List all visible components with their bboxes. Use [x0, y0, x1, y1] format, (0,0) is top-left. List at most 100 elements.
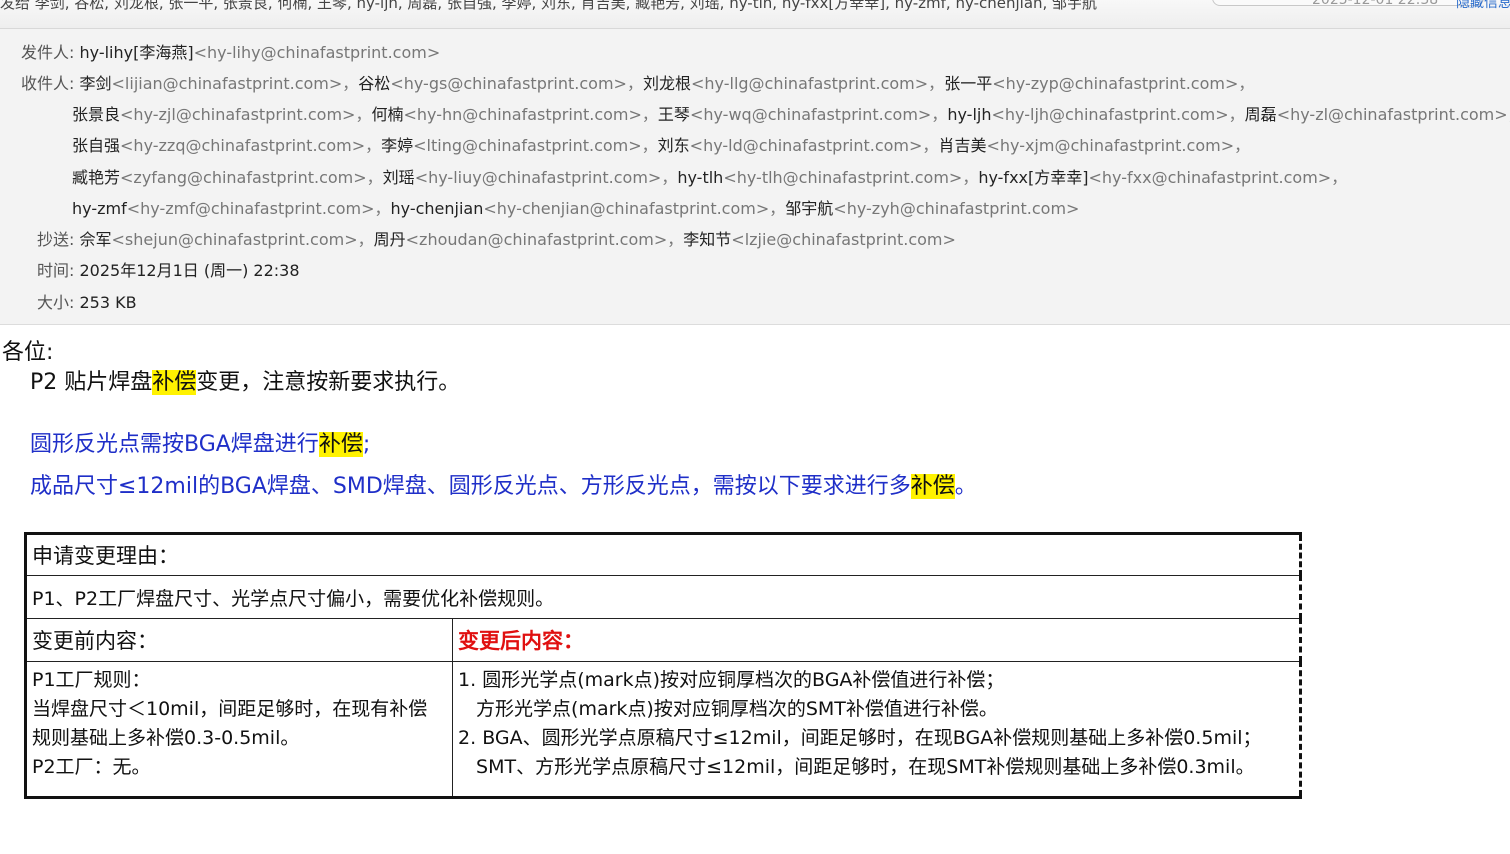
contact-name[interactable]: 李剑: [80, 74, 112, 93]
separator: ，: [928, 74, 945, 93]
contact-name[interactable]: 周丹: [374, 230, 406, 249]
contact-address[interactable]: <lzjie@chinafastprint.com>: [731, 230, 956, 249]
line3-pre: 成品尺寸≤12mil的BGA焊盘、SMD焊盘、圆形反光点、方形反光点，需按以下要…: [30, 474, 911, 499]
after-content: 1. 圆形光学点(mark点)按对应铜厚档次的BGA补偿值进行补偿； 方形光学点…: [452, 661, 1301, 798]
contact-address[interactable]: <shejun@chinafastprint.com>: [112, 230, 358, 249]
sender-address[interactable]: <hy-lihy@chinafastprint.com>: [194, 43, 441, 62]
contact-address[interactable]: <hy-xjm@chinafastprint.com>: [986, 136, 1234, 155]
size-row: 大小: 253 KB: [37, 293, 137, 313]
mail-header: 发给 李剑, 谷松, 刘龙根, 张一平, 张景良, 何楠, 王琴, hy-ljh…: [0, 0, 1510, 325]
contact-address[interactable]: <hy-hn@chinafastprint.com>: [403, 105, 641, 124]
contact-address[interactable]: <hy-ld@chinafastprint.com>: [690, 136, 923, 155]
contact-name[interactable]: 谷松: [358, 74, 390, 93]
contact-address[interactable]: <hy-zmf@chinafastprint.com>: [127, 199, 375, 218]
content-header-row: 变更前内容： 变更后内容：: [24, 618, 1301, 662]
separator: ，: [355, 105, 372, 124]
recipient-line-1: 李剑<lijian@chinafastprint.com>，谷松<hy-gs@c…: [80, 74, 1255, 93]
size-label: 大小:: [37, 293, 75, 312]
contact-address[interactable]: <hy-zjl@chinafastprint.com>: [120, 105, 355, 124]
body-line-2: 圆形反光点需按BGA焊盘进行补偿;: [30, 426, 370, 458]
line1-pre: P2 贴片焊盘: [30, 370, 153, 395]
before-title: 变更前内容：: [24, 618, 454, 662]
contact-name[interactable]: 张景良: [72, 105, 120, 124]
contact-address[interactable]: <zhoudan@chinafastprint.com>: [406, 230, 668, 249]
before-line: 当焊盘尺寸＜10mil，间距足够时，在现有补偿: [32, 698, 428, 720]
contact-name[interactable]: 张一平: [944, 74, 992, 93]
from-row: 发件人: hy-lihy[李海燕]<hy-lihy@chinafastprint…: [21, 43, 440, 63]
separator: ，: [1238, 74, 1255, 93]
reason-text: P1、P2工厂焊盘尺寸、光学点尺寸偏小，需要优化补偿规则。: [25, 575, 1301, 619]
before-line: 规则基础上多补偿0.3-0.5mil。: [32, 727, 300, 749]
contact-address[interactable]: <hy-tlh@chinafastprint.com>: [723, 168, 962, 187]
contact-name[interactable]: 刘瑶: [383, 168, 415, 187]
contact-address[interactable]: <hy-wq@chinafastprint.com>: [690, 105, 931, 124]
hide-details-link[interactable]: 隐藏信息: [1456, 0, 1510, 12]
line2-pre: 圆形反光点需按BGA焊盘进行: [30, 432, 319, 457]
from-label: 发件人:: [21, 43, 75, 62]
contact-address[interactable]: <hy-zzq@chinafastprint.com>: [120, 136, 365, 155]
contact-address[interactable]: <hy-fxx@chinafastprint.com>: [1089, 168, 1332, 187]
change-request-table: 申请变更理由： P1、P2工厂焊盘尺寸、光学点尺寸偏小，需要优化补偿规则。 变更…: [24, 532, 1302, 799]
contact-address[interactable]: <lijian@chinafastprint.com>: [112, 74, 343, 93]
contact-name[interactable]: 何楠: [371, 105, 403, 124]
line1-post: 变更，注意按新要求执行。: [196, 370, 461, 395]
before-line: P1工厂规则：: [32, 669, 151, 691]
to-row-2: 张景良<hy-zjl@chinafastprint.com>，何楠<hy-hn@…: [72, 105, 1510, 125]
to-row-1: 收件人: 李剑<lijian@chinafastprint.com>，谷松<hy…: [21, 74, 1254, 94]
contact-name[interactable]: 张自强: [72, 136, 120, 155]
reason-title: 申请变更理由：: [25, 533, 1301, 576]
search-highlight: 补偿: [318, 432, 363, 457]
cc-label: 抄送:: [37, 230, 75, 249]
to-label: 收件人:: [21, 74, 75, 93]
contact-address[interactable]: <hy-chenjian@chinafastprint.com>: [483, 199, 769, 218]
line3-post: 。: [954, 474, 977, 499]
contact-address[interactable]: <hy-llg@chinafastprint.com>: [691, 74, 928, 93]
contact-address[interactable]: <hy-zyh@chinafastprint.com>: [833, 199, 1079, 218]
contact-address[interactable]: <hy-zl@chinafastprint.com>: [1277, 105, 1508, 124]
contact-address[interactable]: <hy-liuy@chinafastprint.com>: [415, 168, 662, 187]
body-line-3: 成品尺寸≤12mil的BGA焊盘、SMD焊盘、圆形反光点、方形反光点，需按以下要…: [30, 468, 977, 500]
contact-name[interactable]: 佘军: [80, 230, 112, 249]
contact-address[interactable]: <hy-zyp@chinafastprint.com>: [992, 74, 1238, 93]
contact-name[interactable]: hy-chenjian: [391, 199, 484, 218]
separator: ，: [1331, 168, 1348, 187]
recipient-line-5: hy-zmf<hy-zmf@chinafastprint.com> ， hy-che…: [72, 199, 1079, 218]
time-label: 时间:: [37, 261, 75, 280]
cc-line: 佘军<shejun@chinafastprint.com>，周丹<zhoudan…: [80, 230, 956, 249]
contact-name[interactable]: hy-ljh: [947, 105, 991, 124]
contact-name[interactable]: 李婷: [381, 136, 413, 155]
line2-post: ;: [362, 432, 371, 457]
to-row-4: 臧艳芳<zyfang@chinafastprint.com>，刘瑶<hy-liu…: [72, 168, 1347, 188]
recipient-summary-text: 发给 李剑, 谷松, 刘龙根, 张一平, 张景良, 何楠, 王琴, hy-ljh…: [0, 0, 1098, 12]
contact-name[interactable]: 邹宇航: [785, 199, 833, 218]
reason-text-row: P1、P2工厂焊盘尺寸、光学点尺寸偏小，需要优化补偿规则。: [25, 575, 1301, 619]
contact-name[interactable]: hy-zmf: [72, 199, 127, 218]
separator: ，: [1234, 136, 1251, 155]
content-row: P1工厂规则： 当焊盘尺寸＜10mil，间距足够时，在现有补偿 规则基础上多补偿…: [24, 661, 1301, 798]
contact-name[interactable]: 臧艳芳: [72, 168, 120, 187]
to-row-3: 张自强<hy-zzq@chinafastprint.com> ， 李婷<lting@…: [72, 136, 1250, 156]
contact-name[interactable]: 肖吉美: [938, 136, 986, 155]
separator: ，: [366, 168, 383, 187]
sent-time: 2025年12月1日 (周一) 22:38: [79, 261, 300, 280]
contact-address[interactable]: <lting@chinafastprint.com>: [413, 136, 642, 155]
contact-name[interactable]: hy-fxx[方幸幸]: [978, 168, 1088, 187]
sender-name[interactable]: hy-lihy[李海燕]: [80, 43, 194, 62]
recipient-line-4: 臧艳芳<zyfang@chinafastprint.com>，刘瑶<hy-liu…: [72, 168, 1347, 187]
contact-address[interactable]: <hy-gs@chinafastprint.com>: [390, 74, 627, 93]
contact-address[interactable]: <zyfang@chinafastprint.com>: [120, 168, 367, 187]
contact-name[interactable]: 周磊: [1245, 105, 1277, 124]
contact-name[interactable]: hy-tlh: [677, 168, 723, 187]
separator: ，: [922, 136, 939, 155]
separator: ，: [342, 74, 359, 93]
separator: ，: [769, 199, 786, 218]
contact-name[interactable]: 李知节: [683, 230, 731, 249]
contact-name[interactable]: 刘东: [658, 136, 690, 155]
reason-title-row: 申请变更理由：: [25, 533, 1301, 576]
contact-name[interactable]: 刘龙根: [643, 74, 691, 93]
separator: ，: [962, 168, 979, 187]
after-line: 1. 圆形光学点(mark点)按对应铜厚档次的BGA补偿值进行补偿；: [458, 669, 1005, 691]
contact-name[interactable]: 王琴: [658, 105, 690, 124]
contact-address[interactable]: <hy-ljh@chinafastprint.com>: [991, 105, 1228, 124]
after-line: SMT、方形光学点原稿尺寸≤12mil，间距足够时，在现SMT补偿规则基础上多补…: [476, 756, 1255, 778]
